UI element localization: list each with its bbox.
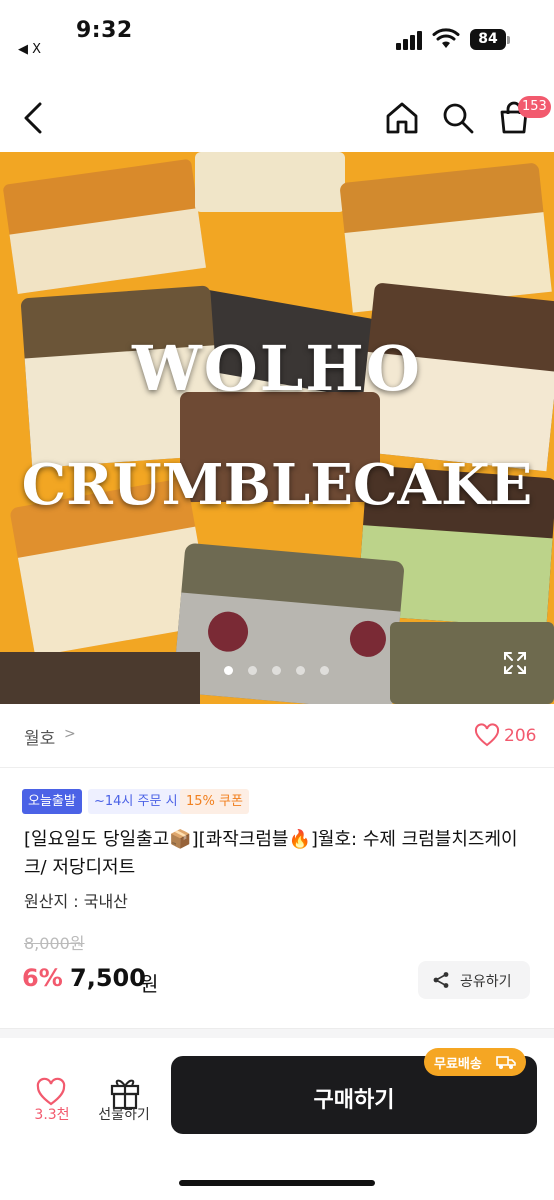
original-price: 8,000원 [24, 934, 85, 953]
brand-row[interactable]: 월호 > 206 [0, 704, 554, 768]
product-title: [일요일도 당일출고📦][콰작크럼블🔥]월호: 수제 크럼블치즈케이크/ 저당디… [24, 829, 518, 878]
cellular-signal-icon [396, 30, 426, 50]
product-origin: 원산지 : 국내산 [24, 892, 128, 911]
cake-photo [0, 152, 554, 704]
truck-icon [496, 1056, 516, 1069]
status-time: 9:32 [76, 18, 133, 43]
status-bar: 9:32 ◀ X 84 [0, 0, 554, 70]
section-divider [0, 1028, 554, 1038]
price-unit: 원 [140, 972, 159, 996]
back-to-app-link[interactable]: ◀ X [18, 42, 41, 57]
order-cutoff-badge: ~14시 주문 시 [88, 789, 184, 814]
heart-icon[interactable] [474, 722, 500, 750]
cart-count-badge: 153 [518, 96, 551, 118]
carousel-dot[interactable] [272, 666, 281, 675]
carousel-dot[interactable] [224, 666, 233, 675]
today-shipping-badge: 오늘출발 [22, 789, 82, 814]
top-navigation [0, 88, 554, 148]
back-arrow-icon[interactable] [18, 98, 50, 138]
home-icon[interactable] [382, 98, 422, 138]
sale-price: 7,500 [70, 964, 146, 992]
product-image-carousel[interactable]: WOLHO CRUMBLECAKE [0, 152, 554, 704]
carousel-dots [218, 664, 338, 678]
share-label: 공유하기 [460, 974, 512, 990]
expand-icon[interactable] [502, 650, 528, 676]
wifi-icon [432, 28, 460, 48]
carousel-dot[interactable] [296, 666, 305, 675]
chevron-right-icon: > [64, 726, 76, 742]
free-shipping-badge: 무료배송 [424, 1048, 526, 1076]
free-shipping-label: 무료배송 [434, 1057, 482, 1072]
hero-title-line1: WOLHO [132, 332, 422, 405]
brand-name[interactable]: 월호 [24, 724, 55, 749]
search-icon[interactable] [438, 98, 478, 138]
gift-label[interactable]: 선물하기 [92, 1104, 156, 1124]
buy-label: 구매하기 [313, 1088, 395, 1113]
wishlist-count: 3.3천 [34, 1107, 70, 1123]
battery-indicator: 84 [470, 29, 506, 50]
coupon-badge: 15% 쿠폰 [180, 789, 249, 814]
hero-title-line2: CRUMBLECAKE [21, 452, 533, 518]
share-icon [433, 972, 449, 988]
carousel-dot[interactable] [248, 666, 257, 675]
share-button[interactable]: 공유하기 [418, 961, 530, 999]
carousel-dot[interactable] [320, 666, 329, 675]
discount-rate: 6% [22, 964, 63, 992]
brand-like-count: 206 [504, 726, 537, 746]
battery-nub [507, 36, 510, 44]
home-indicator [179, 1180, 375, 1186]
